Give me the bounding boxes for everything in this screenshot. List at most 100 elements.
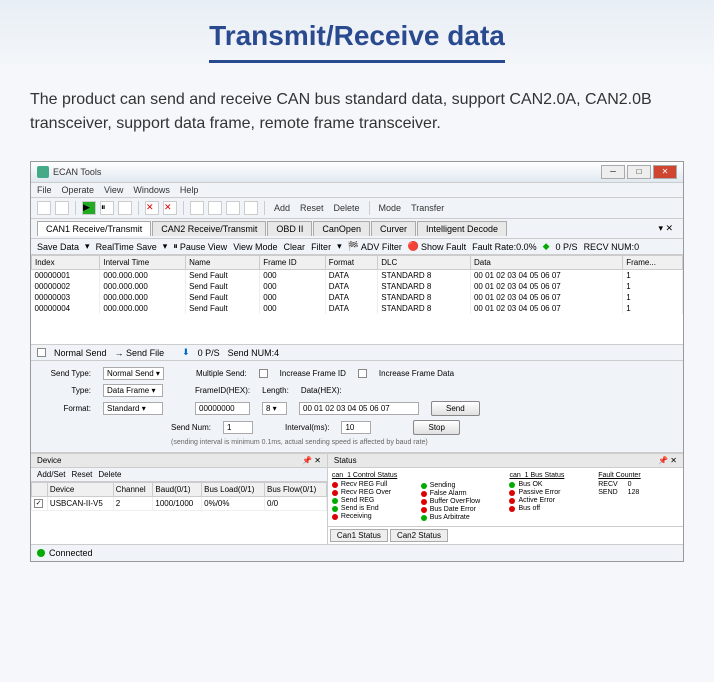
length-label: Length: [262,386,289,395]
tab-can1[interactable]: CAN1 Receive/Transmit [37,221,151,236]
col-frame-id[interactable]: Frame ID [260,256,326,270]
send-num-input[interactable] [223,421,253,434]
clear-button[interactable]: Clear [284,242,306,252]
mode-button[interactable]: Mode [376,203,405,213]
realtime-save-button[interactable]: RealTime Save [96,242,157,252]
view-mode-button[interactable]: View Mode [233,242,277,252]
pause-icon[interactable]: ⏸ [100,201,114,215]
toolbar-icon[interactable] [190,201,204,215]
ecan-tools-window: ECAN Tools ─ □ ✕ File Operate View Windo… [30,161,684,562]
adv-filter-button[interactable]: 🏁 ADV Filter [348,241,402,252]
tab-canopen[interactable]: CanOpen [313,221,370,236]
show-fault-button[interactable]: 🔴 Show Fault [408,241,466,252]
receive-table: Index Interval Time Name Frame ID Format… [31,255,683,314]
col-format[interactable]: Format [325,256,378,270]
delete-button[interactable]: Delete [331,203,363,213]
menu-view[interactable]: View [104,185,123,195]
transmit-panel: Send Type: Normal Send ▾ Multiple Send: … [31,361,683,453]
can2-status-tab[interactable]: Can2 Status [390,529,448,542]
type-select[interactable]: Data Frame ▾ [103,384,163,397]
fault-rate-label: Fault Rate:0.0% [472,242,537,252]
normal-send-tab[interactable]: Normal Send [54,348,107,358]
col-channel[interactable]: Channel [113,483,153,497]
inc-frame-id-label: Increase Frame ID [280,369,346,378]
table-row[interactable]: 00000001000.000.000Send Fault000DATASTAN… [32,270,683,282]
tab-decode[interactable]: Intelligent Decode [417,221,507,236]
tabs-close[interactable]: ▾ ✕ [654,223,677,234]
length-select[interactable]: 8 ▾ [262,402,287,415]
panel-pin-icon[interactable]: 📌 ✕ [302,456,321,465]
filter-button[interactable]: Filter [311,242,331,252]
status-panel-title: Status [334,456,357,465]
main-toolbar: ▶ ⏸ ✕ ✕ Add Reset Delete Mode Transfer [31,198,683,219]
col-interval[interactable]: Interval Time [100,256,186,270]
col-load[interactable]: Bus Load(0/1) [202,483,265,497]
toolbar-icon[interactable] [244,201,258,215]
minimize-button[interactable]: ─ [601,165,625,179]
delete-icon[interactable]: ✕ [163,201,177,215]
frame-id-input[interactable] [195,402,250,415]
menu-operate[interactable]: Operate [62,185,95,195]
device-reset-button[interactable]: Reset [71,470,92,479]
device-checkbox[interactable] [34,499,43,508]
toolbar-icon[interactable] [37,201,51,215]
page-heading: Transmit/Receive data [209,20,505,63]
send-tabs: Normal Send → Send File ⬇ 0 P/S Send NUM… [31,345,683,361]
stop-button[interactable]: Stop [413,420,459,435]
panel-pin-icon[interactable]: 📌 ✕ [658,456,677,465]
tab-can2[interactable]: CAN2 Receive/Transmit [152,221,266,236]
inc-frame-data-checkbox[interactable] [358,369,367,378]
statusbar: Connected [31,544,683,561]
tab-curver[interactable]: Curver [371,221,416,236]
table-row[interactable]: 00000002000.000.000Send Fault000DATASTAN… [32,281,683,292]
format-label: Format: [41,404,91,413]
device-delete-button[interactable]: Delete [98,470,121,479]
data-input[interactable] [299,402,419,415]
receive-table-area: Index Interval Time Name Frame ID Format… [31,255,683,345]
col-frame[interactable]: Frame... [623,256,683,270]
tab-obd[interactable]: OBD II [267,221,312,236]
menubar: File Operate View Windows Help [31,183,683,198]
inc-frame-id-checkbox[interactable] [259,369,268,378]
col-dlc[interactable]: DLC [378,256,471,270]
add-set-button[interactable]: Add/Set [37,470,65,479]
send-button[interactable]: Send [431,401,480,416]
menu-file[interactable]: File [37,185,52,195]
normal-send-checkbox[interactable] [37,348,46,357]
table-row[interactable]: 00000003000.000.000Send Fault000DATASTAN… [32,292,683,303]
send-type-select[interactable]: Normal Send ▾ [103,367,164,380]
data-toolbar: Save Data ▾ RealTime Save ▾ ⏸ Pause View… [31,239,683,255]
menu-help[interactable]: Help [180,185,199,195]
col-device[interactable]: Device [47,483,113,497]
play-icon[interactable]: ▶ [82,201,96,215]
toolbar-icon[interactable] [118,201,132,215]
menu-windows[interactable]: Windows [133,185,170,195]
col-name[interactable]: Name [186,256,260,270]
maximize-button[interactable]: □ [627,165,651,179]
send-file-tab[interactable]: → Send File [115,348,165,358]
transfer-button[interactable]: Transfer [408,203,447,213]
col-baud[interactable]: Baud(0/1) [153,483,202,497]
reset-button[interactable]: Reset [297,203,327,213]
interval-input[interactable] [341,421,371,434]
control-status-title: can_1 Control Status [332,472,413,479]
table-row[interactable]: 00000004000.000.000Send Fault000DATASTAN… [32,303,683,314]
toolbar-icon[interactable] [226,201,240,215]
col-flow[interactable]: Bus Flow(0/1) [265,483,327,497]
status-panel: Status 📌 ✕ can_1 Control Status Recv REG… [328,454,683,544]
app-icon [37,166,49,178]
pause-view-button[interactable]: ⏸ Pause View [173,241,227,252]
can1-status-tab[interactable]: Can1 Status [330,529,388,542]
toolbar-icon[interactable] [208,201,222,215]
col-data[interactable]: Data [470,256,622,270]
save-data-button[interactable]: Save Data [37,242,79,252]
toolbar-icon[interactable] [55,201,69,215]
device-panel-title: Device [37,456,61,465]
fault-counter-title: Fault Counter [598,472,679,479]
add-button[interactable]: Add [271,203,293,213]
delete-icon[interactable]: ✕ [145,201,159,215]
device-row[interactable]: USBCAN-II-V5 2 1000/1000 0%/0% 0/0 [32,497,327,511]
close-button[interactable]: ✕ [653,165,677,179]
format-select[interactable]: Standard ▾ [103,402,163,415]
col-index[interactable]: Index [32,256,100,270]
